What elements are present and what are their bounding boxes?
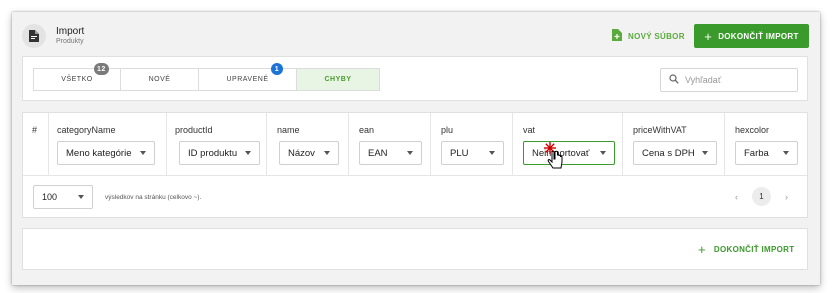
filter-card: VŠETKO 12 NOVÉ UPRAVENÉ 1 CHYBY: [22, 56, 808, 101]
column-hexcolor: hexcolor Farba: [725, 113, 807, 175]
search-box[interactable]: [660, 68, 798, 92]
hand-cursor-icon: [544, 142, 568, 177]
column-name: name Názov: [267, 113, 349, 175]
mapping-table: # categoryName Meno kategórie productId …: [22, 112, 808, 218]
tab-new[interactable]: NOVÉ: [121, 69, 199, 90]
column-vat: vat Neimportovať: [513, 113, 623, 175]
column-header: priceWithVAT: [633, 125, 687, 135]
chevron-down-icon: [702, 151, 708, 155]
finish-import-label: DOKONČIŤ IMPORT: [713, 245, 795, 254]
finish-import-label: DOKONČIŤ IMPORT: [718, 31, 799, 41]
status-tabs: VŠETKO 12 NOVÉ UPRAVENÉ 1 CHYBY: [33, 63, 380, 91]
chevron-down-icon: [245, 151, 251, 155]
column-ean: ean EAN: [349, 113, 431, 175]
footer-card: + DOKONČIŤ IMPORT: [22, 228, 808, 270]
tab-count-badge: 12: [94, 63, 109, 75]
column-header: categoryName: [57, 125, 116, 135]
per-page-select[interactable]: 100: [33, 185, 93, 209]
chevron-left-icon[interactable]: ‹: [735, 192, 738, 202]
column-header: productId: [175, 125, 213, 135]
column-mapping-select[interactable]: PLU: [441, 141, 504, 165]
select-value: PLU: [450, 147, 469, 159]
plus-icon: +: [704, 28, 713, 44]
chevron-down-icon: [600, 151, 606, 155]
select-value: Cena s DPH: [642, 147, 695, 159]
column-mapping-select[interactable]: Cena s DPH: [633, 141, 717, 165]
index-column: #: [23, 113, 49, 175]
column-mapping-select[interactable]: Meno kategórie: [57, 141, 155, 165]
column-pricewithvat: priceWithVAT Cena s DPH: [623, 113, 725, 175]
tab-all[interactable]: VŠETKO 12: [34, 63, 121, 90]
column-mapping-select[interactable]: EAN: [359, 141, 422, 165]
column-header: plu: [441, 125, 454, 135]
plus-icon: +: [698, 242, 706, 257]
tab-label: UPRAVENÉ: [226, 76, 269, 83]
chevron-down-icon: [140, 151, 146, 155]
index-header: #: [32, 125, 38, 135]
new-file-button[interactable]: NOVÝ SÚBOR: [612, 29, 685, 43]
column-mapping-select[interactable]: ID produktu: [179, 141, 260, 165]
tab-count-badge: 1: [271, 63, 283, 75]
per-page-label: výsledkov na stránku (celkovo ~).: [105, 194, 202, 201]
finish-import-footer-button[interactable]: + DOKONČIŤ IMPORT: [698, 243, 794, 256]
new-file-label: NOVÝ SÚBOR: [628, 31, 685, 41]
select-value: Názov: [288, 147, 315, 159]
page-number[interactable]: 1: [752, 187, 771, 206]
select-value: EAN: [368, 147, 388, 159]
page-subtitle: Produkty: [56, 38, 84, 45]
chevron-down-icon: [407, 151, 413, 155]
per-page-value: 100: [42, 192, 58, 202]
search-icon: [669, 71, 679, 89]
chevron-down-icon: [324, 151, 330, 155]
page-title: Import: [56, 26, 85, 37]
column-header: vat: [523, 125, 536, 135]
chevron-down-icon: [78, 195, 84, 199]
file-icon: [22, 24, 46, 48]
column-header: name: [277, 125, 300, 135]
column-mapping-select[interactable]: Neimportovať: [523, 141, 615, 165]
tab-label: VŠETKO: [61, 76, 93, 83]
finish-import-button[interactable]: + DOKONČIŤ IMPORT: [694, 24, 809, 48]
select-value: Meno kategórie: [66, 147, 132, 159]
chevron-right-icon[interactable]: ›: [785, 192, 788, 202]
column-header: ean: [359, 125, 375, 135]
file-add-icon: [612, 29, 622, 43]
column-plu: plu PLU: [431, 113, 513, 175]
select-value: Farba: [744, 147, 769, 159]
column-categoryname: categoryName Meno kategórie: [49, 113, 167, 175]
column-header: hexcolor: [735, 125, 770, 135]
chevron-down-icon: [489, 151, 495, 155]
tab-label: CHYBY: [324, 76, 352, 83]
column-productid: productId ID produktu: [167, 113, 267, 175]
pagination: ‹ 1 ›: [735, 187, 788, 206]
tab-label: NOVÉ: [148, 76, 171, 83]
search-input[interactable]: [685, 75, 795, 85]
tab-updated[interactable]: UPRAVENÉ 1: [199, 63, 297, 90]
chevron-down-icon: [783, 151, 789, 155]
tab-errors[interactable]: CHYBY: [297, 69, 379, 90]
import-window: Import Produkty NOVÝ SÚBOR + DOKONČIŤ IM…: [12, 12, 820, 285]
page-header: Import Produkty NOVÝ SÚBOR + DOKONČIŤ IM…: [12, 12, 820, 58]
column-mapping-select[interactable]: Farba: [735, 141, 798, 165]
select-value: ID produktu: [188, 147, 238, 159]
divider: [23, 175, 807, 176]
column-mapping-select[interactable]: Názov: [279, 141, 339, 165]
